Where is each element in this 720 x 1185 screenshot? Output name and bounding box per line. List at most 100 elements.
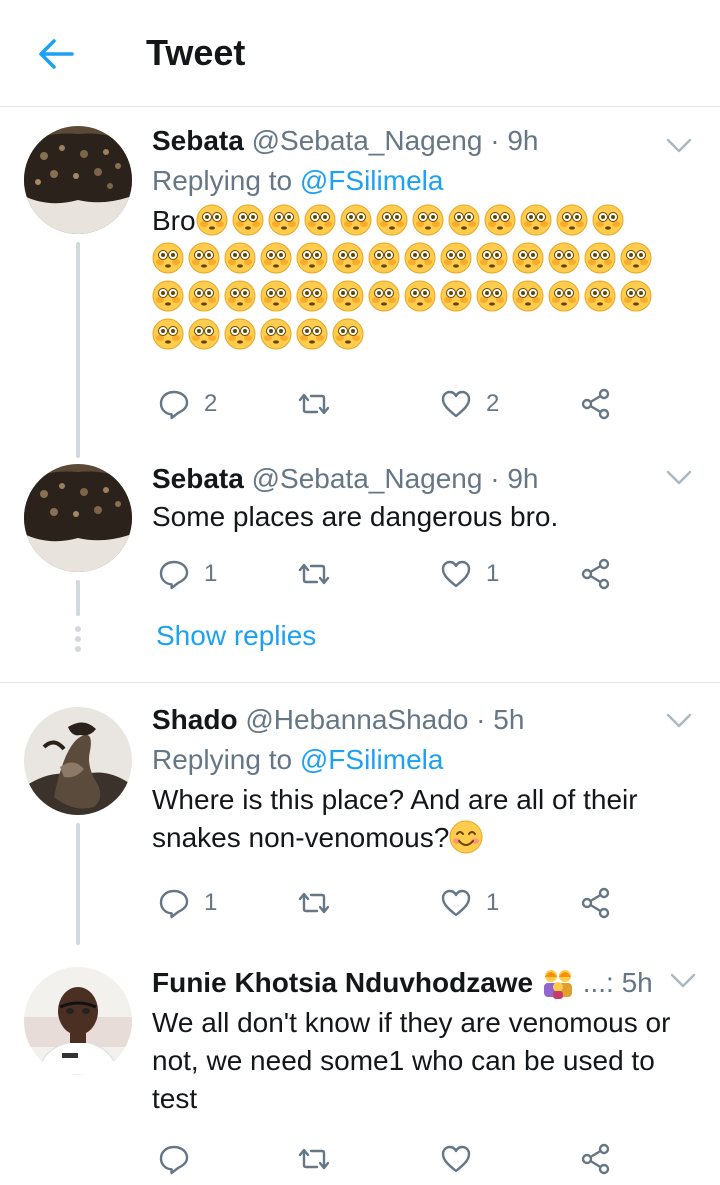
avatar[interactable] xyxy=(24,126,132,234)
chevron-down-icon[interactable] xyxy=(666,713,692,729)
like-button[interactable] xyxy=(440,1139,472,1179)
share-icon xyxy=(580,558,612,590)
tweet[interactable]: Shado @HebannaShado · 5h Replying to @FS… xyxy=(0,683,720,945)
flushed-face-emoji xyxy=(340,204,372,236)
flushed-face-emoji xyxy=(260,318,292,350)
retweet-button[interactable] xyxy=(298,883,344,923)
tweet-actions xyxy=(152,1139,652,1179)
flushed-face-emoji xyxy=(268,204,300,236)
retweet-button[interactable] xyxy=(298,1139,330,1179)
flushed-face-emoji xyxy=(224,242,256,274)
tweet-text-prefix: Bro xyxy=(152,205,196,236)
tweet-actions: 2 2 xyxy=(152,384,652,424)
like-button[interactable]: 2 xyxy=(440,384,499,424)
share-icon xyxy=(580,887,612,919)
emoji-row xyxy=(152,240,692,278)
share-button[interactable] xyxy=(580,883,612,923)
retweet-icon xyxy=(298,1143,330,1175)
flushed-face-emoji xyxy=(332,242,364,274)
mention-link[interactable]: @FSilimela xyxy=(300,744,444,775)
reply-button[interactable]: 1 xyxy=(158,554,217,594)
smiling-face-emoji xyxy=(449,820,483,854)
tweet-text-line: snakes non-venomous? xyxy=(152,822,450,853)
flushed-face-emoji xyxy=(476,242,508,274)
flushed-face-emoji xyxy=(404,280,436,312)
flushed-face-emoji xyxy=(304,204,336,236)
tweet-text-line: Where is this place? And are all of thei… xyxy=(152,784,638,815)
flushed-face-emoji xyxy=(376,204,408,236)
user-handle[interactable]: @Sebata_Nageng xyxy=(252,125,483,156)
flushed-face-emoji xyxy=(332,280,364,312)
like-button[interactable]: 1 xyxy=(440,883,499,923)
user-handle[interactable]: @HebannaShado xyxy=(245,704,468,735)
flushed-face-emoji xyxy=(332,318,364,350)
thread-line xyxy=(76,823,80,945)
heart-icon xyxy=(440,887,472,919)
share-icon xyxy=(580,388,612,420)
retweet-button[interactable] xyxy=(298,384,344,424)
tweet-text: We all don't know if they are venomous o… xyxy=(152,1007,671,1114)
share-button[interactable] xyxy=(580,554,612,594)
reply-icon xyxy=(158,388,190,420)
flushed-face-emoji xyxy=(296,318,328,350)
display-name[interactable]: Funie Khotsia Nduvhodzawe xyxy=(152,967,533,998)
tweet-text: Some places are dangerous bro. xyxy=(152,501,559,532)
show-replies-link[interactable]: Show replies xyxy=(156,620,316,652)
timestamp: 5h xyxy=(621,967,653,998)
like-count: 1 xyxy=(486,560,500,587)
tweet-actions: 1 1 xyxy=(152,883,652,923)
reply-button[interactable]: 1 xyxy=(158,883,217,923)
tweet[interactable]: Funie Khotsia Nduvhodzawe ...: 5h We all… xyxy=(0,945,720,1185)
retweet-button[interactable] xyxy=(298,554,344,594)
chevron-down-icon[interactable] xyxy=(670,973,696,989)
chevron-down-icon[interactable] xyxy=(666,470,692,486)
flushed-face-emoji xyxy=(556,204,588,236)
replying-label: Replying to xyxy=(152,165,293,196)
flushed-face-emoji xyxy=(412,204,444,236)
family-emoji xyxy=(543,970,572,999)
retweet-icon xyxy=(298,388,330,420)
flushed-face-emoji xyxy=(232,204,264,236)
emoji-row xyxy=(152,316,692,354)
flushed-face-emoji xyxy=(548,280,580,312)
mention-link[interactable]: @FSilimela xyxy=(300,165,444,196)
flushed-face-emoji xyxy=(584,242,616,274)
display-name[interactable]: Shado xyxy=(152,704,238,735)
reply-button[interactable] xyxy=(158,1139,190,1179)
flushed-face-emoji xyxy=(440,242,472,274)
reply-count: 2 xyxy=(204,390,218,417)
share-button[interactable] xyxy=(580,384,612,424)
user-handle[interactable]: ...: xyxy=(583,967,614,998)
flushed-face-emoji xyxy=(224,280,256,312)
flushed-face-emoji xyxy=(188,318,220,350)
reply-button[interactable]: 2 xyxy=(158,384,217,424)
tweet[interactable]: Sebata @Sebata_Nageng · 9h Some places a… xyxy=(0,458,720,680)
reply-count: 1 xyxy=(204,560,218,587)
user-handle[interactable]: @Sebata_Nageng xyxy=(252,463,483,494)
flushed-face-emoji xyxy=(196,204,228,236)
reply-icon xyxy=(158,1143,190,1175)
share-icon xyxy=(580,1143,612,1175)
flushed-face-emoji xyxy=(260,242,292,274)
avatar[interactable] xyxy=(24,464,132,572)
display-name[interactable]: Sebata xyxy=(152,125,244,156)
flushed-face-emoji xyxy=(296,280,328,312)
display-name[interactable]: Sebata xyxy=(152,463,244,494)
flushed-face-emoji xyxy=(296,242,328,274)
flushed-face-emoji xyxy=(152,280,184,312)
chevron-down-icon[interactable] xyxy=(666,138,692,154)
avatar[interactable] xyxy=(24,707,132,815)
flushed-face-emoji xyxy=(548,242,580,274)
back-arrow-icon[interactable] xyxy=(36,36,76,72)
flushed-face-emoji xyxy=(188,280,220,312)
timestamp: · 5h xyxy=(476,704,525,735)
flushed-face-emoji xyxy=(520,204,552,236)
flushed-face-emoji xyxy=(440,280,472,312)
tweet[interactable]: Sebata @Sebata_Nageng · 9h Replying to @… xyxy=(0,108,720,458)
flushed-face-emoji xyxy=(620,242,652,274)
avatar[interactable] xyxy=(24,967,132,1075)
share-button[interactable] xyxy=(580,1139,612,1179)
thread-line xyxy=(76,242,80,458)
flushed-face-emoji xyxy=(368,280,400,312)
like-button[interactable]: 1 xyxy=(440,554,499,594)
